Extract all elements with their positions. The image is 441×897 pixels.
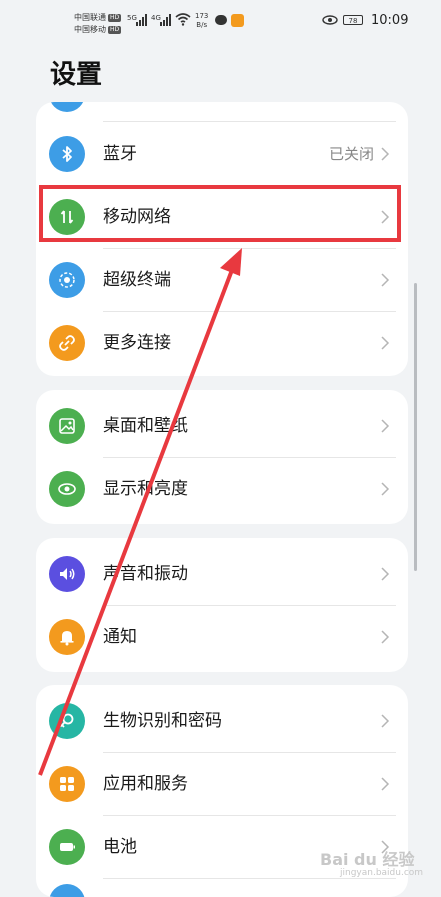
settings-item-biometrics-password[interactable]: 生物识别和密码 — [36, 690, 408, 752]
settings-item-label: 超级终端 — [103, 270, 171, 290]
settings-group-sound: 声音和振动 通知 — [36, 538, 408, 672]
bluetooth-icon — [49, 136, 85, 172]
chevron-right-icon — [381, 567, 390, 581]
chevron-right-icon — [381, 336, 390, 350]
key-icon — [49, 703, 85, 739]
settings-item-more-connections[interactable]: 更多连接 — [36, 312, 408, 374]
chevron-right-icon — [381, 482, 390, 496]
next-item-partial-icon — [49, 884, 85, 897]
network-speed: 173 B/s — [195, 12, 209, 29]
chevron-right-icon — [381, 714, 390, 728]
scrollbar[interactable] — [414, 283, 417, 571]
chevron-right-icon — [381, 147, 390, 161]
wallpaper-icon — [49, 408, 85, 444]
chevron-right-icon — [381, 777, 390, 791]
battery-indicator: 78 — [343, 15, 363, 25]
app-notification-icon — [231, 14, 244, 27]
settings-item-label: 显示和亮度 — [103, 479, 188, 499]
signal-bars-1-icon — [136, 14, 148, 26]
settings-item-bluetooth[interactable]: 蓝牙 已关闭 — [36, 123, 408, 185]
settings-item-super-device[interactable]: 超级终端 — [36, 249, 408, 311]
settings-item-apps-services[interactable]: 应用和服务 — [36, 753, 408, 815]
settings-item-wallpaper[interactable]: 桌面和壁纸 — [36, 395, 408, 457]
display-eye-icon — [49, 471, 85, 507]
link-icon — [49, 325, 85, 361]
wifi-partial-icon — [49, 102, 85, 112]
settings-item-label: 桌面和壁纸 — [103, 416, 188, 436]
settings-item-notifications[interactable]: 通知 — [36, 606, 408, 668]
signal-bars-2-icon — [160, 14, 172, 26]
hd-badge-1: HD — [108, 14, 122, 22]
settings-item-label: 蓝牙 — [103, 144, 137, 164]
super-device-icon — [49, 262, 85, 298]
apps-icon — [49, 766, 85, 802]
carrier-1: 中国联通 — [74, 13, 106, 22]
settings-item-label: 通知 — [103, 627, 137, 647]
carrier-info: 中国联通 HD 中国移动 HD — [74, 12, 122, 36]
watermark: Bai du 经验 jingyan.baidu.com — [320, 850, 424, 878]
settings-item-label: 声音和振动 — [103, 564, 188, 584]
bell-icon — [49, 619, 85, 655]
clock: 10:09 — [371, 13, 409, 28]
settings-group-display: 桌面和壁纸 显示和亮度 — [36, 390, 408, 524]
page-title: 设置 — [50, 60, 103, 90]
settings-item-label: 电池 — [103, 837, 137, 857]
message-icon — [215, 15, 227, 25]
settings-item-label: 生物识别和密码 — [103, 711, 222, 731]
battery-icon — [49, 829, 85, 865]
wifi-icon — [175, 13, 191, 26]
eye-comfort-icon — [322, 15, 338, 25]
settings-item-sound-vibration[interactable]: 声音和振动 — [36, 543, 408, 605]
highlight-box — [39, 185, 401, 242]
hd-badge-2: HD — [108, 26, 122, 34]
sound-icon — [49, 556, 85, 592]
settings-item-label: 应用和服务 — [103, 774, 188, 794]
chevron-right-icon — [381, 630, 390, 644]
chevron-right-icon — [381, 419, 390, 433]
settings-item-display-brightness[interactable]: 显示和亮度 — [36, 458, 408, 520]
chevron-right-icon — [381, 273, 390, 287]
status-bar: 中国联通 HD 中国移动 HD 5G 4G 173 B/s 78 10:09 — [0, 0, 441, 44]
settings-item-label: 更多连接 — [103, 333, 171, 353]
carrier-2: 中国移动 — [74, 25, 106, 34]
bluetooth-status: 已关闭 — [328, 145, 374, 163]
